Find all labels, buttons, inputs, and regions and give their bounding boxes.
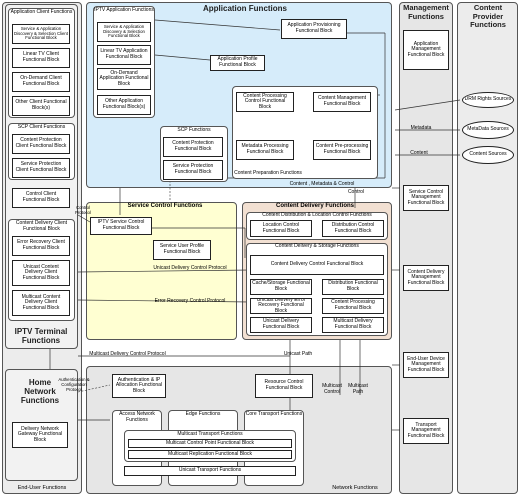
other-app-block[interactable]: Other Application Functional Block(s) [97,95,151,115]
unicast-content-delivery-client-block[interactable]: Unicast Content Delivery Client Function… [12,260,70,286]
cache-storage-block[interactable]: Cache/Storage Functional Block [250,279,312,295]
app-provisioning-block[interactable]: Application Provisioning Functional Bloc… [281,19,347,39]
content-preprocessing-block[interactable]: Content Pre-processing Functional Block [313,140,371,160]
content-delivery-management-block[interactable]: Content Delivery Management Functional B… [403,265,449,291]
control-protocol-label: Control Protocol [75,205,91,215]
app-client-title: Application Client Functions [10,9,73,15]
on-demand-client-block[interactable]: On-Demand Client Functional Block [12,72,70,92]
content-protection-client-block[interactable]: Content Protection Client Functional Blo… [12,134,70,154]
scp-title: SCP Functions [177,127,211,133]
auth-protocol-label: Authentication & Configuration Protocol [58,377,90,392]
mc-transport-title: Multicast Transport Functions [177,431,243,437]
metadata-processing-block[interactable]: Metadata Processing Functional Block [236,140,294,160]
control-client-block[interactable]: Control Client Functional Block [12,188,70,208]
multicast-delivery-protocol-label: Multicast Delivery Control Protocol [89,351,166,357]
scp-client-title: SCP Client Functions [17,124,66,130]
delivery-network-gateway-block[interactable]: Delivery Network Gateway Functional Bloc… [12,422,68,448]
service-control-management-block[interactable]: Service Control Management Functional Bl… [403,185,449,211]
core-transport-title: Core Transport Functions [245,411,303,417]
distribution-block[interactable]: Distribution Functional Block [322,279,384,295]
error-recovery-client-block[interactable]: Error Recovery Client Functional Block [12,236,70,256]
content-processing-block[interactable]: Content Processing Functional Block [322,298,384,314]
app-management-block[interactable]: Application Management Functional Block [403,30,449,70]
multicast-replication-block[interactable]: Multicast Replication Functional Block [128,450,292,459]
edge-title: Edge Functions [185,411,221,417]
multicast-control-label: Multicast Control [322,383,342,395]
control-label: Control [347,189,365,195]
storage-title: Content Delivery & Storage Functions [275,243,359,249]
multicast-control-point-block[interactable]: Multicast Control Point Functional Block [128,439,292,448]
metadata-label: Metadata [410,125,432,131]
content-delivery-client-title: Content Delivery Client Functional Block [15,220,68,232]
dist-title: Content Distribution & Location Control … [262,212,372,218]
content-protection-block[interactable]: Content Protection Functional Block [163,137,223,157]
linear-tv-client-block[interactable]: Linear TV Client Functional Block [12,48,70,68]
service-app-discovery-block[interactable]: Service & Application Discovery & Select… [97,22,151,42]
drm-rights-sources[interactable]: DRM Rights Sources [462,92,514,108]
multicast-content-delivery-client-block[interactable]: Multicast Content Delivery Client Functi… [12,290,70,316]
multicast-path-label: Multicast Path [348,383,368,395]
content-sources[interactable]: Content Sources [462,146,514,164]
location-control-block[interactable]: Location Control Functional Block [250,220,312,237]
app-profile-block[interactable]: Application Profile Functional Block [210,55,265,71]
service-protection-client-block[interactable]: Service Protection Client Functional Blo… [12,158,70,178]
unicast-delivery-protocol-label: Unicast Delivery Control Protocol [153,265,227,271]
service-protection-block[interactable]: Service Protection Functional Block [163,160,223,180]
content-label: Content [410,150,428,156]
service-app-client-block[interactable]: Service & Application Discovery & Select… [12,24,70,44]
end-user-device-management-block[interactable]: End-User Device Management Functional Bl… [403,352,449,378]
resource-control-block[interactable]: Resource Control Functional Block [255,374,313,398]
on-demand-app-block[interactable]: On-Demand Application Functional Block [97,68,151,90]
distribution-control-block[interactable]: Distribution Control Functional Block [322,220,384,237]
content-prep-title: Content Preparation Functions [234,170,302,176]
error-recovery-protocol-label: Error Recovery Control Protocol [154,298,226,304]
multicast-delivery-block[interactable]: Multicast Delivery Functional Block [322,317,384,333]
unicast-transport-functions[interactable]: Unicast Transport Functions [124,466,296,476]
transport-management-block[interactable]: Transport Management Functional Block [403,418,449,444]
other-client-block[interactable]: Other Client Functional Block(s) [12,96,70,116]
content-metadata-control-label: Content , Metadata & Control [289,181,355,187]
unicast-path-label: Unicast Path [283,351,313,357]
iptv-service-control-block[interactable]: IPTV Service Control Functional Block [90,217,152,235]
content-delivery-control-block[interactable]: Content Delivery Control Functional Bloc… [250,255,384,275]
linear-tv-app-block[interactable]: Linear TV Application Functional Block [97,45,151,65]
metadata-sources[interactable]: MetaData Sources [462,121,514,139]
content-management-block[interactable]: Content Management Functional Block [313,92,371,112]
iptv-app-title: IPTV Application Functions [94,7,154,13]
access-network-title: Access Network Functions [119,411,155,423]
unicast-delivery-error-recovery-block[interactable]: Unicast Delivery Error Recovery Function… [250,298,312,314]
auth-ip-allocation-block[interactable]: Authentication & IP Allocation Functiona… [112,374,166,398]
unicast-delivery-block[interactable]: Unicast Delivery Functional Block [250,317,312,333]
content-processing-control-block[interactable]: Content Processing Control Functional Bl… [236,92,294,112]
service-user-profile-block[interactable]: Service User Profile Functional Block [153,240,211,260]
